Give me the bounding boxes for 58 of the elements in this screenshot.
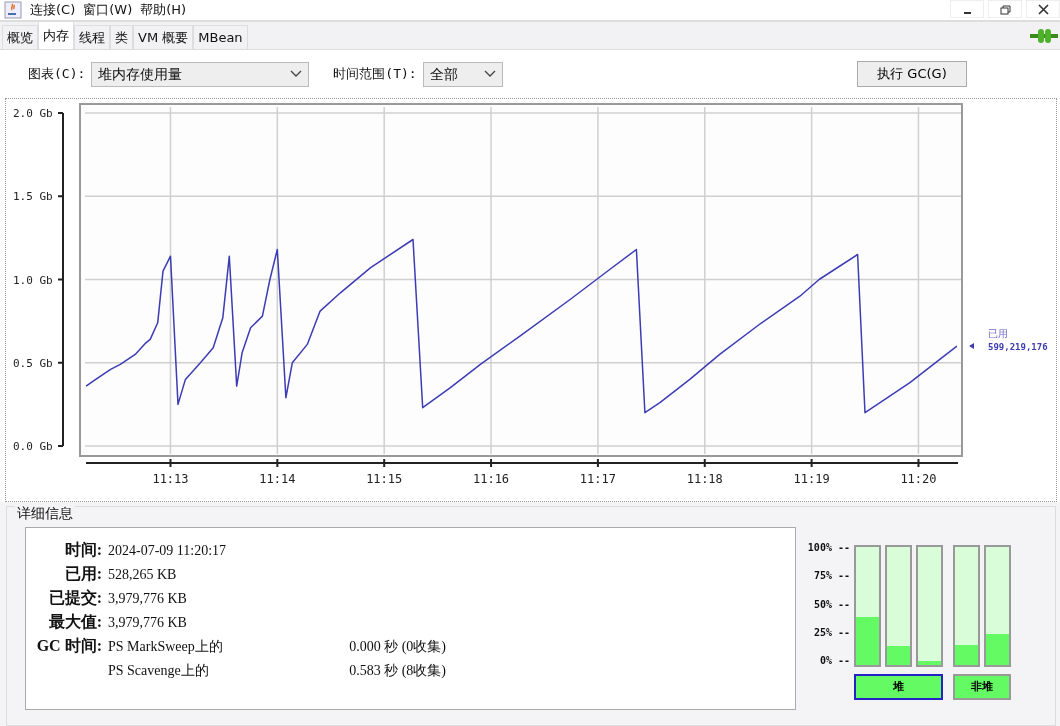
minimize-icon bbox=[963, 12, 971, 14]
gc-collector: PS Scavenge上的 bbox=[107, 661, 210, 680]
gc-time: 0.583 秒 (8收集) bbox=[348, 661, 446, 680]
x-axis-label: 11:16 bbox=[473, 472, 510, 486]
menu-item[interactable]: 帮助(H) bbox=[140, 1, 187, 19]
tab[interactable]: 类 bbox=[110, 25, 133, 49]
y-axis-label: 0.0 Gb bbox=[13, 440, 53, 453]
x-axis-label: 11:14 bbox=[259, 472, 296, 486]
legend-label: 已用 bbox=[988, 328, 1008, 339]
tab[interactable]: 概览 bbox=[2, 25, 38, 49]
detail-value: 3,979,776 KB bbox=[107, 613, 187, 632]
menu-item[interactable]: 连接(C) bbox=[30, 1, 76, 19]
gc-time: 0.000 秒 (0收集) bbox=[348, 637, 446, 656]
y-axis-label: 1.5 Gb bbox=[13, 190, 53, 204]
close-icon bbox=[1035, 2, 1051, 16]
detail-label: 时间: bbox=[63, 540, 103, 560]
x-axis-label: 11:15 bbox=[366, 472, 403, 486]
memory-pool-button[interactable]: 堆 bbox=[854, 674, 943, 700]
menu-item[interactable]: 窗口(W) bbox=[83, 1, 133, 19]
connection-plug-icon bbox=[1030, 28, 1058, 44]
x-axis-label: 11:18 bbox=[686, 472, 723, 486]
caret-icon bbox=[483, 70, 496, 78]
gc-collector: PS MarkSweep上的 bbox=[107, 637, 224, 656]
perform-gc-button[interactable]: 执行 GC(G) bbox=[857, 61, 967, 87]
scale-label: 50% -- bbox=[812, 597, 850, 612]
x-axis-label: 11:13 bbox=[152, 472, 189, 486]
close-button[interactable] bbox=[1026, 0, 1060, 18]
y-axis-label: 1.0 Gb bbox=[13, 273, 53, 287]
y-axis-label: 2.0 Gb bbox=[13, 107, 53, 120]
detail-label: GC 时间: bbox=[35, 636, 103, 656]
detail-value: 3,979,776 KB bbox=[107, 589, 187, 608]
memory-pool-button[interactable]: 非堆 bbox=[953, 674, 1011, 700]
tab[interactable]: 线程 bbox=[74, 25, 110, 49]
detail-value: 528,265 KB bbox=[107, 565, 177, 584]
x-axis-label: 11:17 bbox=[579, 472, 616, 486]
marker-icon bbox=[969, 343, 974, 349]
tab[interactable]: MBean bbox=[193, 25, 248, 49]
x-axis-label: 11:19 bbox=[793, 472, 830, 486]
tab[interactable]: 内存 bbox=[38, 21, 74, 49]
x-axis-label: 11:20 bbox=[900, 472, 937, 486]
caret-icon bbox=[290, 70, 303, 78]
restore-icon bbox=[997, 2, 1013, 16]
detail-label: 已提交: bbox=[47, 588, 103, 608]
legend-value: 599,219,176 bbox=[988, 342, 1048, 352]
detail-label: 已用: bbox=[63, 564, 103, 584]
tab[interactable]: VM 概要 bbox=[133, 25, 194, 49]
scale-label: 25% -- bbox=[812, 625, 850, 640]
scale-label: 100% -- bbox=[806, 541, 850, 555]
minimize-button[interactable] bbox=[950, 0, 984, 18]
scale-label: 0% -- bbox=[818, 654, 850, 668]
time-range-label: 时间范围(T): bbox=[333, 65, 417, 84]
detail-value: 2024-07-09 11:20:17 bbox=[107, 541, 227, 560]
y-axis-label: 0.5 Gb bbox=[13, 356, 53, 370]
chart-label: 图表(C): bbox=[28, 65, 86, 84]
time-range-dropdown[interactable]: 全部 bbox=[422, 61, 503, 87]
detail-label: 最大值: bbox=[47, 612, 103, 632]
scale-label: 75% -- bbox=[812, 569, 850, 584]
chart-dropdown[interactable]: 堆内存使用量 bbox=[91, 61, 310, 87]
